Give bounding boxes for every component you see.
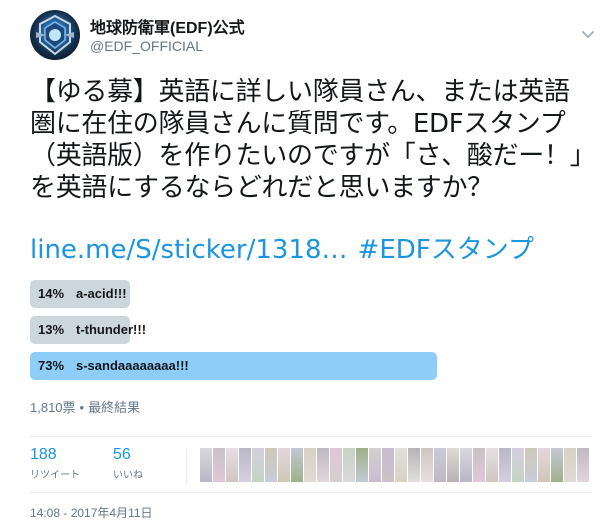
- liker-avatar[interactable]: [369, 448, 381, 482]
- liker-avatar[interactable]: [265, 448, 277, 482]
- retweets-label: リツイート: [30, 470, 80, 481]
- liker-avatar[interactable]: [421, 448, 433, 482]
- liker-avatar[interactable]: [343, 448, 355, 482]
- liker-avatar[interactable]: [317, 448, 329, 482]
- likes-count: 56: [113, 446, 131, 463]
- liker-avatar[interactable]: [200, 448, 212, 482]
- liker-avatar[interactable]: [330, 448, 342, 482]
- retweets-count: 188: [30, 446, 57, 463]
- avatar[interactable]: [30, 10, 80, 60]
- poll-option-label: s-sandaaaaaaaa!!!: [76, 358, 189, 373]
- poll-vote-count: 1,810票: [30, 400, 76, 415]
- liker-avatars-blurred: [200, 448, 592, 482]
- tweet-timestamp[interactable]: 14:08 - 2017年4月11日: [30, 504, 153, 521]
- likes-stat[interactable]: 56 いいね: [113, 446, 143, 481]
- liker-avatar[interactable]: [434, 448, 446, 482]
- likes-label: いいね: [113, 470, 143, 481]
- liker-avatar[interactable]: [512, 448, 524, 482]
- tweet-text: 【ゆる募】英語に詳しい隊員さん、または英語圏に在住の隊員さんに質問です。EDFス…: [30, 77, 583, 203]
- liker-avatar[interactable]: [239, 448, 251, 482]
- liker-avatar[interactable]: [551, 448, 563, 482]
- poll-option-label: t-thunder!!!: [76, 322, 147, 337]
- liker-avatar[interactable]: [213, 448, 225, 482]
- retweets-stat[interactable]: 188 リツイート: [30, 446, 80, 481]
- separator-dot: •: [79, 400, 85, 415]
- poll-percent: 13%: [38, 322, 65, 337]
- liker-avatar[interactable]: [525, 448, 537, 482]
- divider: [186, 450, 187, 484]
- hashtag-link[interactable]: #EDFスタンプ: [358, 235, 534, 265]
- divider: [30, 436, 590, 437]
- liker-avatar[interactable]: [564, 448, 576, 482]
- user-handle[interactable]: @EDF_OFFICIAL: [90, 38, 203, 54]
- poll-percent: 73%: [38, 358, 65, 373]
- liker-avatar[interactable]: [382, 448, 394, 482]
- poll: 14% a-acid!!! 13% t-thunder!!! 73% s-san…: [30, 280, 450, 388]
- liker-avatar[interactable]: [252, 448, 264, 482]
- liker-avatar[interactable]: [577, 448, 589, 482]
- poll-meta: 1,810票 • 最終結果: [30, 397, 140, 416]
- tweet-header: 地球防衛軍(EDF)公式 @EDF_OFFICIAL: [30, 10, 600, 62]
- poll-status: 最終結果: [88, 400, 141, 415]
- liker-avatar[interactable]: [304, 448, 316, 482]
- poll-option: 14% a-acid!!!: [30, 280, 450, 308]
- liker-avatar[interactable]: [473, 448, 485, 482]
- display-name[interactable]: 地球防衛軍(EDF)公式: [90, 14, 245, 38]
- tweet-links: line.me/S/sticker/1318… #EDFスタンプ: [30, 234, 590, 266]
- liker-avatar[interactable]: [278, 448, 290, 482]
- liker-avatar[interactable]: [499, 448, 511, 482]
- poll-percent: 14%: [38, 286, 65, 301]
- liker-avatar[interactable]: [538, 448, 550, 482]
- edf-emblem-icon: [36, 14, 74, 56]
- liker-avatar[interactable]: [226, 448, 238, 482]
- liker-avatar[interactable]: [486, 448, 498, 482]
- liker-avatar[interactable]: [408, 448, 420, 482]
- poll-option-label: a-acid!!!: [76, 286, 127, 301]
- sticker-link[interactable]: line.me/S/sticker/1318…: [30, 235, 348, 265]
- poll-option: 73% s-sandaaaaaaaa!!!: [30, 352, 450, 380]
- liker-avatar[interactable]: [395, 448, 407, 482]
- liker-avatar[interactable]: [356, 448, 368, 482]
- poll-option: 13% t-thunder!!!: [30, 316, 450, 344]
- liker-avatar[interactable]: [460, 448, 472, 482]
- liker-avatar[interactable]: [291, 448, 303, 482]
- liker-avatar[interactable]: [447, 448, 459, 482]
- chevron-down-icon[interactable]: [580, 26, 596, 42]
- divider: [30, 492, 590, 493]
